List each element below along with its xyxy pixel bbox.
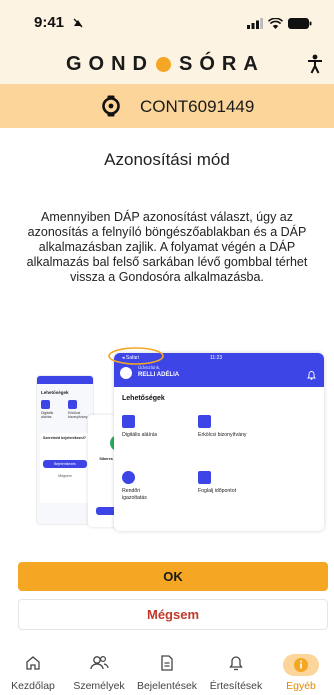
illustration-main-screen: ◂ Safari 11:23 Üdvözlünk, RELLI ADÉLIA L… (114, 353, 324, 531)
tab-notifications[interactable]: Értesítések (203, 650, 269, 695)
document-icon (159, 654, 175, 677)
brand-name-right: SÓRA (179, 53, 265, 75)
account-code: CONT6091449 (140, 97, 255, 116)
illustration-user-name: RELLI ADÉLIA (138, 372, 180, 378)
illustration-section-title: Lehetőségek (122, 395, 165, 402)
status-icons (247, 16, 312, 34)
ok-button[interactable]: OK (18, 562, 328, 591)
illustration-time: 11:23 (210, 355, 223, 361)
illustration-tile-1: Digitális aláírás (122, 432, 158, 438)
bell-icon (228, 654, 244, 677)
illustration-tile-3: Rendőri igazoltatás (122, 488, 147, 501)
illustration-left-cancel: Mégsem (58, 474, 72, 478)
brand-dot-icon (156, 57, 171, 72)
tab-home[interactable]: Kezdőlap (0, 650, 66, 695)
brand-name-left: GOND (66, 53, 154, 75)
tab-more[interactable]: Egyéb (268, 650, 334, 695)
tab-bar: Kezdőlap Személyek Bejelentések Értesíté… (0, 650, 334, 695)
illustration-tile-2: Erkölcsi bizonyítvány (198, 432, 247, 438)
illustration-tile-4: Foglalj időpontot (198, 488, 237, 494)
tab-more-label: Egyéb (286, 680, 316, 692)
certificate-icon (198, 415, 211, 428)
digital-signature-icon (122, 415, 135, 428)
tab-reports-label: Bejelentések (136, 680, 198, 692)
page-description: Amennyiben DÁP azonosítást választ, úgy … (26, 210, 308, 284)
appointment-icon (198, 471, 211, 484)
accessibility-person-icon[interactable] (306, 54, 324, 79)
illustration-left-question: Szeretnéd bejelentkezni? (43, 436, 86, 440)
illustration-left-tile-1: Digitális aláírás (41, 411, 54, 419)
tab-reports[interactable]: Bejelentések (134, 650, 200, 695)
illustration-left-screen: Lehetőségek Digitális aláírás Erkölcsi b… (36, 375, 94, 525)
police-check-icon (122, 471, 135, 484)
more-icon (283, 654, 319, 681)
brand-logo: GOND SÓRA (66, 53, 265, 76)
account-code-bar: CONT6091449 (0, 84, 334, 128)
dap-illustration: Lehetőségek Digitális aláírás Erkölcsi b… (36, 345, 332, 545)
tab-people-label: Személyek (73, 680, 125, 692)
mute-icon (72, 16, 84, 34)
wifi-icon (267, 16, 284, 34)
signal-icon (247, 16, 263, 34)
status-time: 9:41 (34, 14, 65, 31)
illustration-left-title: Lehetőségek (41, 390, 69, 395)
status-bar: 9:41 (0, 0, 334, 44)
battery-icon (288, 16, 312, 34)
illustration-bell-icon (307, 367, 316, 385)
watch-icon (100, 95, 122, 122)
tab-people[interactable]: Személyek (66, 650, 132, 695)
illustration-avatar (120, 367, 132, 379)
brand-header: GOND SÓRA (0, 44, 334, 84)
page-title: Azonosítási mód (104, 150, 230, 169)
illustration-left-button: Bejelentkezés (43, 460, 87, 468)
cancel-button[interactable]: Mégsem (18, 599, 328, 630)
back-button-highlight (108, 347, 164, 365)
illustration-left-tile-2: Erkölcsi bizonyítvány (68, 411, 88, 419)
people-icon (89, 654, 109, 677)
home-icon (24, 654, 42, 677)
